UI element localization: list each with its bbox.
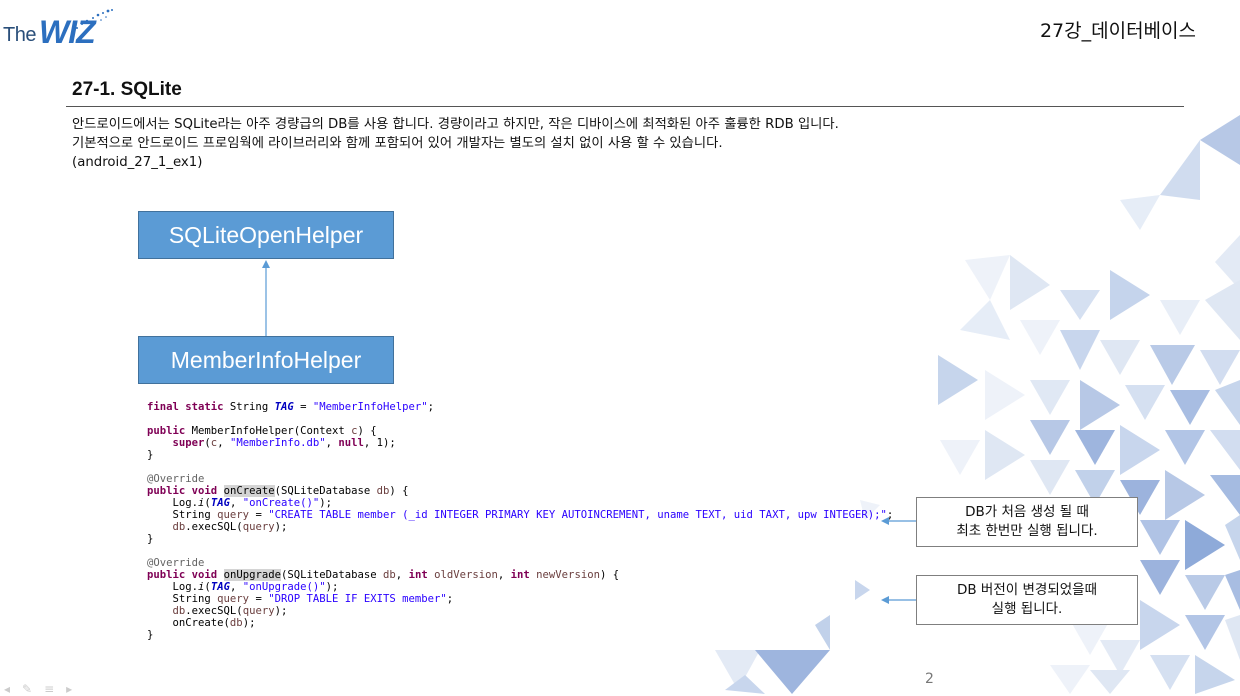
inheritance-arrow (262, 260, 270, 336)
code-token: oldVersion (434, 569, 498, 581)
code-token: } (147, 533, 154, 545)
code-token: @Override (147, 557, 205, 569)
code-token: ; (886, 509, 894, 521)
code-token: public void (147, 485, 218, 497)
code-token: "MemberInfo.db" (229, 437, 326, 449)
code-token: (SQLiteDatabase (280, 569, 384, 581)
code-token: "CREATE TABLE member (_id INTEGER PRIMAR… (268, 509, 887, 521)
code-token: , (229, 581, 243, 593)
code-token: } (147, 449, 154, 461)
code-token: onCreate( (172, 617, 230, 629)
code-token: ); (325, 581, 339, 593)
code-token: db (376, 485, 390, 497)
code-token: (SQLiteDatabase (274, 485, 377, 497)
code-token: , (229, 497, 243, 509)
code-token: public (147, 425, 186, 437)
code-token: ) { (389, 485, 409, 497)
code-listing: final static String TAG = "MemberInfoHel… (147, 401, 893, 641)
code-token: ; (446, 593, 454, 605)
code-token: ) { (357, 425, 377, 437)
code-token: TAG (274, 401, 294, 413)
code-token: query (217, 593, 250, 605)
code-token: onUpgrade (223, 569, 281, 581)
oncreate-callout-line-1: DB가 처음 생성 될 때 (965, 504, 1089, 520)
code-token: Log. (172, 497, 199, 509)
onupgrade-callout: DB 버전이 변경되었을때 실행 됩니다. (916, 575, 1138, 625)
code-token: Log. (172, 581, 199, 593)
code-token: final static (147, 401, 224, 413)
code-token: MemberInfoHelper(Context (185, 425, 352, 437)
code-token: TAG (210, 497, 230, 509)
code-token: db (383, 569, 396, 581)
code-token: "onUpgrade()" (242, 581, 326, 593)
code-token: onCreate (223, 485, 275, 497)
code-token: ); (242, 617, 256, 629)
code-token: "DROP TABLE IF EXITS member" (268, 593, 447, 605)
code-token: TAG (210, 581, 230, 593)
code-token: query (242, 521, 275, 533)
code-token: int (408, 569, 428, 581)
code-token: public void (147, 569, 218, 581)
code-token: ); (274, 605, 288, 617)
code-token: ; (427, 401, 435, 413)
code-token: String (172, 593, 218, 605)
code-token: db (172, 605, 186, 617)
code-token: = (249, 593, 269, 605)
oncreate-callout: DB가 처음 생성 될 때 최초 한번만 실행 됩니다. (916, 497, 1138, 547)
code-token: @Override (147, 473, 205, 485)
code-token: } (147, 629, 154, 641)
code-token: String (223, 401, 275, 413)
code-token: "MemberInfoHelper" (312, 401, 428, 413)
code-token: ) { (599, 569, 620, 581)
code-token: , (395, 569, 409, 581)
code-token: = (293, 401, 313, 413)
code-token: .execSQL( (185, 605, 243, 617)
code-token: query (217, 509, 250, 521)
code-token: db (172, 521, 186, 533)
code-token: , 1); (363, 437, 396, 449)
code-token: .execSQL( (185, 521, 243, 533)
page-number: 2 (925, 671, 934, 687)
code-token: , (497, 569, 511, 581)
code-token: , (217, 437, 230, 449)
code-token: super (172, 437, 205, 449)
code-token: int (510, 569, 530, 581)
code-token: ); (319, 497, 333, 509)
code-token: db (229, 617, 243, 629)
code-token: , (325, 437, 339, 449)
code-token: "onCreate()" (242, 497, 320, 509)
code-token: null (338, 437, 364, 449)
code-token: = (249, 509, 269, 521)
code-token: String (172, 509, 218, 521)
onupgrade-callout-line-2: 실행 됩니다. (991, 601, 1063, 617)
code-token: newVersion (536, 569, 600, 581)
code-token: ); (274, 521, 288, 533)
onupgrade-callout-line-1: DB 버전이 변경되었을때 (956, 582, 1098, 598)
code-token: query (242, 605, 275, 617)
oncreate-callout-line-2: 최초 한번만 실행 됩니다. (956, 523, 1098, 539)
